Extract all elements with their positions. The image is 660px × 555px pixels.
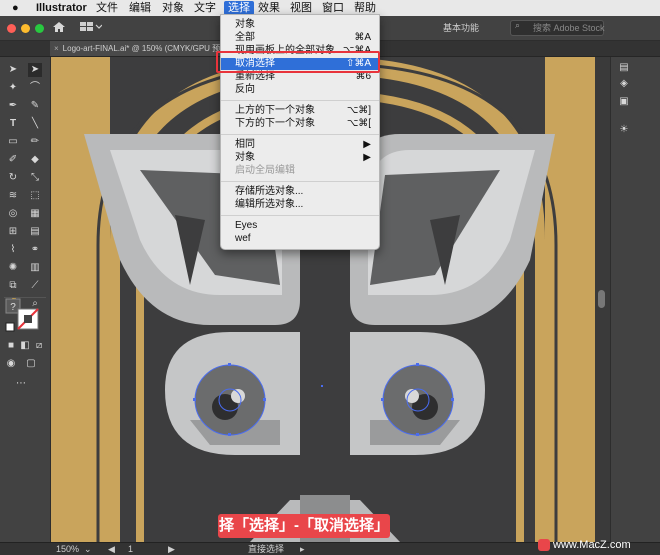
appearance-panel-icon[interactable]: ☀ [619,125,629,135]
menu-item-start-global-edit: 启动全局编辑 [235,165,295,176]
magic-wand-icon[interactable]: ✦ [8,83,18,93]
apple-icon[interactable]: ● [12,1,19,15]
zoom-dropdown-icon[interactable]: ⌄ [84,543,92,555]
menu-separator [221,181,379,182]
zoom-window-button[interactable] [35,24,44,33]
search-placeholder: 搜索 Adobe Stock [533,23,605,33]
layers-panel-icon[interactable]: ◈ [619,79,629,89]
perspective-grid-icon[interactable]: ▦ [30,209,40,219]
menu-item-save-selection[interactable]: 存储所选对象... [221,186,379,198]
menu-item-same[interactable]: 相同 ▶ [221,139,379,151]
tutorial-caption: 择「选择」-「取消选择」 [218,514,390,538]
pen-tool-icon[interactable]: ✒ [8,101,18,111]
workspace-switcher[interactable]: 基本功能 [443,21,479,34]
svg-text:?: ? [10,302,16,313]
menu-separator [221,215,379,216]
arrange-documents-icon[interactable] [80,22,102,32]
artboard-prev-icon[interactable]: ◀ [108,543,115,555]
menu-edit[interactable]: 编辑 [129,1,151,15]
menu-separator [221,100,379,101]
paintbrush-icon[interactable]: ✏ [30,137,40,147]
watermark-text: www.MacZ.com [553,539,631,551]
menu-file[interactable]: 文件 [96,1,118,15]
line-tool-icon[interactable]: ╲ [30,119,40,129]
lasso-icon[interactable]: ⌒ [30,83,40,93]
shape-builder-icon[interactable]: ◎ [8,209,18,219]
right-panels-dock: ▤ ◈ ▣ ☀ [610,57,660,542]
current-tool-name: 直接选择 [248,544,285,554]
menu-item-object[interactable]: 对象 [221,19,379,31]
gradient-mode-icon[interactable]: ◧ [20,341,30,351]
minimize-window-button[interactable] [21,24,30,33]
watermark: www.MacZ.com [538,538,656,552]
vertical-scroll-thumb[interactable] [598,290,605,308]
libraries-panel-icon[interactable]: ▣ [619,97,629,107]
menu-view[interactable]: 视图 [290,1,312,15]
select-dropdown-menu: 对象 全部 ⌘A 现用画板上的全部对象 ⌥⌘A 取消选择 ⇧⌘A 重新选择 ⌘6 反向 … [220,14,380,250]
tools-panel: ➤ ➤ ✦ ⌒ ✒ ✎ T ╲ ▭ ✏ ✐ ◆ ↻ ⤡ ≋ ⬚ ◎ ▦ ⊞ ▤ … [0,57,51,542]
document-tab-title: Logo-art-FINAL.ai* @ 150% (CMYK/GPU 预 [62,44,221,53]
direct-selection-tool-icon[interactable]: ➤ [28,63,42,77]
watermark-logo-icon [538,539,550,552]
document-tab[interactable]: × Logo-art-FINAL.ai* @ 150% (CMYK/GPU 预 [50,41,230,56]
home-icon[interactable] [52,21,66,33]
shaper-tool-icon[interactable]: ✐ [8,155,18,165]
rotate-tool-icon[interactable]: ↻ [8,173,18,183]
eraser-icon[interactable]: ◆ [30,155,40,165]
menu-item-object-submenu[interactable]: 对象 ▶ [221,152,379,164]
graph-tool-icon[interactable]: ▥ [30,263,40,273]
properties-panel-icon[interactable]: ▤ [619,63,629,73]
menu-window[interactable]: 窗口 [322,1,344,15]
menu-item-inverse[interactable]: 反向 [221,84,379,96]
artboard-next-icon[interactable]: ▶ [168,543,175,555]
zoom-level[interactable]: 150% [56,543,79,555]
no-fill-mode-icon[interactable]: ⧄ [34,341,44,351]
rectangle-tool-icon[interactable]: ▭ [8,137,18,147]
warp-tool-icon[interactable]: ≋ [8,191,18,201]
selection-tool-icon[interactable]: ➤ [8,65,18,75]
menu-app-name[interactable]: Illustrator [36,1,87,15]
highlight-callout-box [216,51,380,73]
menu-item-next-object-above[interactable]: 上方的下一个对象 ⌥⌘] [221,105,379,117]
slice-tool-icon[interactable]: ⟋ [30,281,40,291]
menu-object[interactable]: 对象 [162,1,184,15]
screen-mode-icon[interactable]: ▢ [26,359,36,369]
menu-select[interactable]: 选择 [224,1,254,15]
blend-tool-icon[interactable]: ⚭ [30,245,40,255]
scale-tool-icon[interactable]: ⤡ [30,173,40,183]
gradient-tool-icon[interactable]: ▤ [30,227,40,237]
status-menu-icon[interactable]: ▸ [300,543,305,555]
eyedropper-icon[interactable]: ⌇ [8,245,18,255]
menu-effect[interactable]: 效果 [258,1,280,15]
menu-help[interactable]: 帮助 [354,1,376,15]
curvature-tool-icon[interactable]: ✎ [30,101,40,111]
menu-separator [221,134,379,135]
menu-item-next-object-below[interactable]: 下方的下一个对象 ⌥⌘[ [221,118,379,130]
menu-item-edit-selection[interactable]: 编辑所选对象... [221,199,379,211]
close-window-button[interactable] [7,24,16,33]
menu-type[interactable]: 文字 [194,1,216,15]
type-tool-icon[interactable]: T [8,119,18,129]
close-tab-icon[interactable]: × [54,44,59,53]
search-icon: ⌕ [515,20,521,30]
draw-mode-icon[interactable]: ◉ [6,359,16,369]
fill-color-mode-icon[interactable]: ■ [6,341,16,351]
artboard-number[interactable]: 1 [128,543,133,555]
symbol-sprayer-icon[interactable]: ✺ [8,263,18,273]
artboard-tool-icon[interactable]: ⧉ [8,281,18,291]
free-transform-icon[interactable]: ⬚ [30,191,40,201]
menu-item-all[interactable]: 全部 ⌘A [221,32,379,44]
menu-item-saved-eyes[interactable]: Eyes [221,220,379,232]
fill-stroke-swatches[interactable]: ? [4,297,46,337]
mesh-tool-icon[interactable]: ⊞ [8,227,18,237]
menu-item-saved-wef[interactable]: wef [221,233,379,245]
more-tools-icon[interactable]: ⋯ [16,379,26,389]
